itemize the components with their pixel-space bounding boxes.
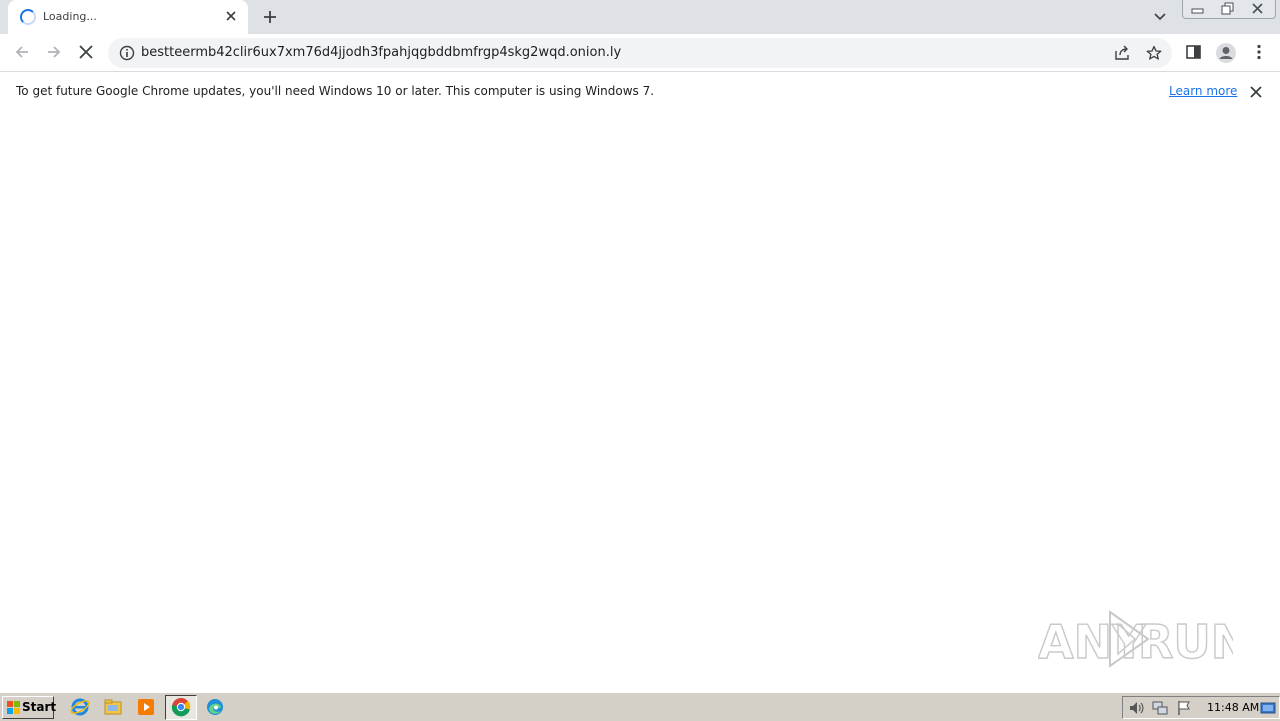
stop-icon[interactable] (77, 43, 95, 61)
tab-search-chevron-down-icon[interactable] (1153, 10, 1167, 24)
start-button[interactable]: Start (2, 696, 57, 719)
profile-icon[interactable] (1215, 42, 1237, 64)
tab-close-icon[interactable] (224, 9, 238, 23)
watermark-text-left: ANY (1038, 615, 1146, 669)
windows-taskbar: Start 11:48 AM (0, 692, 1280, 721)
info-icon[interactable] (119, 45, 135, 61)
back-arrow-icon[interactable] (13, 43, 31, 61)
new-tab-plus-icon[interactable] (262, 9, 278, 25)
window-controls (1182, 0, 1276, 19)
internet-explorer-icon[interactable] (69, 696, 91, 718)
action-center-flag-icon[interactable] (1176, 700, 1192, 716)
media-player-icon[interactable] (135, 696, 157, 718)
restore-icon[interactable] (1213, 0, 1243, 18)
network-icon[interactable] (1152, 700, 1168, 716)
chrome-taskbar-button[interactable] (165, 695, 197, 720)
file-explorer-icon[interactable] (102, 696, 124, 718)
taskbar-clock[interactable]: 11:48 AM (1207, 701, 1259, 714)
learn-more-link[interactable]: Learn more (1169, 84, 1237, 98)
infobar-message: To get future Google Chrome updates, you… (16, 84, 655, 98)
minimize-icon[interactable] (1183, 0, 1213, 18)
window-close-icon[interactable] (1243, 0, 1273, 18)
forward-arrow-icon[interactable] (45, 43, 63, 61)
bookmark-star-icon[interactable] (1146, 45, 1162, 61)
anyrun-watermark-logo: ANY RUN (1038, 610, 1233, 670)
share-icon[interactable] (1114, 45, 1130, 61)
update-infobar: To get future Google Chrome updates, you… (0, 71, 1280, 114)
infobar-close-icon[interactable] (1249, 85, 1263, 99)
volume-icon[interactable] (1128, 700, 1144, 716)
browser-tab[interactable]: Loading... (8, 0, 248, 34)
tab-title: Loading... (43, 10, 97, 23)
system-tray: 11:48 AM (1122, 696, 1280, 719)
show-desktop-icon[interactable] (1260, 700, 1276, 716)
chrome-icon (171, 698, 191, 717)
windows-logo-icon (7, 701, 20, 714)
edge-icon[interactable] (204, 696, 226, 718)
kebab-menu-icon[interactable] (1250, 43, 1268, 61)
address-bar[interactable]: bestteermb42clir6ux7xm76d4jjodh3fpahjqgb… (108, 38, 1172, 68)
loading-spinner-icon (20, 9, 36, 25)
start-label: Start (22, 700, 57, 714)
url-text: bestteermb42clir6ux7xm76d4jjodh3fpahjqgb… (141, 45, 622, 60)
side-panel-icon[interactable] (1185, 43, 1203, 61)
tab-strip: Loading... (0, 0, 1280, 34)
watermark-text-right: RUN (1138, 615, 1233, 669)
